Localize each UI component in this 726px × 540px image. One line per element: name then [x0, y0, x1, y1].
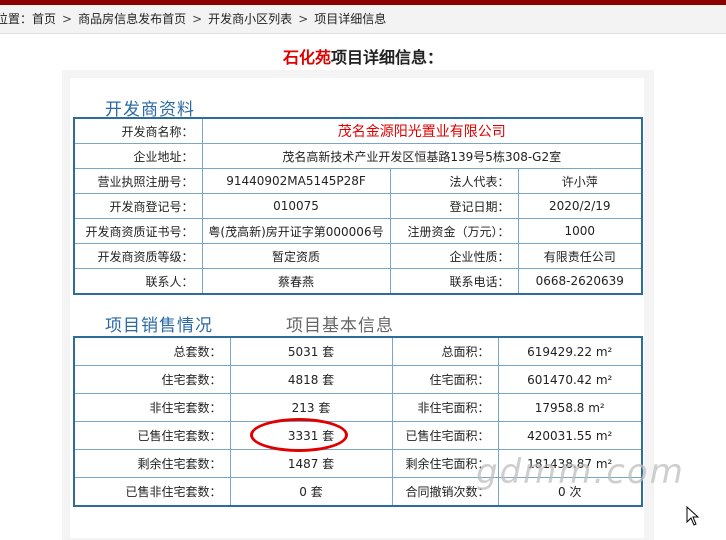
address-label: 企业地址：: [73, 143, 203, 169]
sales-value: 420031.55 m²: [497, 421, 643, 450]
table-row: 开发商资质等级： 暂定资质 企业性质： 有限责任公司: [73, 243, 643, 269]
sales-label: 住宅套数：: [73, 365, 231, 394]
phone-label: 联系电话：: [389, 268, 519, 295]
reg-date-label: 登记日期：: [389, 193, 519, 219]
table-row: 非住宅套数： 213 套非住宅面积： 17958.8 m²: [73, 393, 643, 422]
capital-label: 注册资金（万元）：: [389, 218, 519, 244]
sales-value: 601470.42 m²: [497, 365, 643, 394]
sales-label: 住宅面积：: [391, 365, 499, 394]
table-row: 住宅套数： 4818 套住宅面积： 601470.42 m²: [73, 365, 643, 394]
reg-no-value: 010075: [201, 193, 391, 219]
license-value: 91440902MA5145P28F: [201, 168, 391, 194]
nature-value: 有限责任公司: [517, 243, 643, 269]
sales-label: 总套数：: [73, 336, 231, 366]
grade-label: 开发商资质等级：: [73, 243, 203, 269]
grade-value: 暂定资质: [201, 243, 391, 269]
page-title-suffix: 项目详细信息：: [331, 48, 444, 67]
nature-label: 企业性质：: [389, 243, 519, 269]
address-value: 茂名高新技术产业开发区恒基路139号5栋308-G2室: [201, 143, 643, 169]
cert-label: 开发商资质证书号：: [73, 218, 203, 244]
sales-value: 4818 套: [229, 365, 393, 394]
phone-value: 0668-2620639: [517, 268, 643, 295]
sales-label: 已售非住宅套数：: [73, 477, 231, 507]
page-title: 石化苑项目详细信息：: [0, 44, 726, 68]
developer-name-value: 茂名金源阳光置业有限公司: [201, 117, 643, 144]
breadcrumb: 位置：首页 > 商品房信息发布首页 > 开发商小区列表 > 项目详细信息: [0, 5, 726, 34]
sales-value: 0 套: [229, 477, 393, 507]
sales-value: 17958.8 m²: [497, 393, 643, 422]
sales-value: 1487 套: [229, 449, 393, 478]
sales-label: 非住宅面积：: [391, 393, 499, 422]
contact-label: 联系人：: [73, 268, 203, 295]
breadcrumb-developer-list-link[interactable]: 开发商小区列表: [208, 5, 292, 33]
table-row: 总套数： 5031 套总面积： 619429.22 m²: [73, 336, 643, 366]
project-name: 石化苑: [282, 48, 331, 67]
sales-label: 剩余住宅套数：: [73, 449, 231, 478]
tab-sales-status[interactable]: 项目销售情况: [105, 311, 213, 336]
developer-info-table: 开发商名称： 茂名金源阳光置业有限公司 企业地址： 茂名高新技术产业开发区恒基路…: [73, 117, 644, 295]
reg-no-label: 开发商登记号：: [73, 193, 203, 219]
table-row: 开发商资质证书号： 粤(茂高新)房开证字第000006号 注册资金（万元）： 1…: [73, 218, 643, 244]
breadcrumb-separator: >: [298, 12, 309, 26]
breadcrumb-current-page: 项目详细信息: [314, 12, 387, 26]
highlight-circle: [250, 418, 348, 452]
table-row: 开发商登记号： 010075 登记日期： 2020/2/19: [73, 193, 643, 219]
table-row: 已售住宅套数： 3331 套已售住宅面积： 420031.55 m²: [73, 421, 643, 450]
sales-value: 213 套: [229, 393, 393, 422]
sales-label: 非住宅套数：: [73, 393, 231, 422]
legal-rep-label: 法人代表：: [389, 168, 519, 194]
cert-value: 粤(茂高新)房开证字第000006号: [201, 218, 391, 244]
breadcrumb-separator: >: [192, 12, 203, 26]
license-label: 营业执照注册号：: [73, 168, 203, 194]
capital-value: 1000: [517, 218, 643, 244]
contact-value: 蔡春燕: [201, 268, 391, 295]
watermark-text: gdmm.com: [476, 452, 685, 492]
sales-value: 619429.22 m²: [497, 336, 643, 366]
table-row: 联系人： 蔡春燕 联系电话： 0668-2620639: [73, 268, 643, 295]
breadcrumb-home-link[interactable]: 首页: [32, 5, 56, 33]
developer-name-label: 开发商名称：: [73, 117, 203, 144]
table-row: 营业执照注册号： 91440902MA5145P28F 法人代表： 许小萍: [73, 168, 643, 194]
table-row: 企业地址： 茂名高新技术产业开发区恒基路139号5栋308-G2室: [73, 143, 643, 169]
mouse-cursor-icon: [686, 506, 700, 526]
table-row: 开发商名称： 茂名金源阳光置业有限公司: [73, 117, 643, 144]
legal-rep-value: 许小萍: [517, 168, 643, 194]
sales-value: 5031 套: [229, 336, 393, 366]
breadcrumb-housing-info-link[interactable]: 商品房信息发布首页: [78, 5, 186, 33]
breadcrumb-prefix: 位置：: [0, 12, 33, 26]
tab-project-basic-info[interactable]: 项目基本信息: [286, 311, 394, 336]
sales-label: 总面积：: [391, 336, 499, 366]
reg-date-value: 2020/2/19: [517, 193, 643, 219]
sales-label: 已售住宅套数：: [73, 421, 231, 450]
sales-label: 已售住宅面积：: [391, 421, 499, 450]
breadcrumb-separator: >: [62, 12, 73, 26]
